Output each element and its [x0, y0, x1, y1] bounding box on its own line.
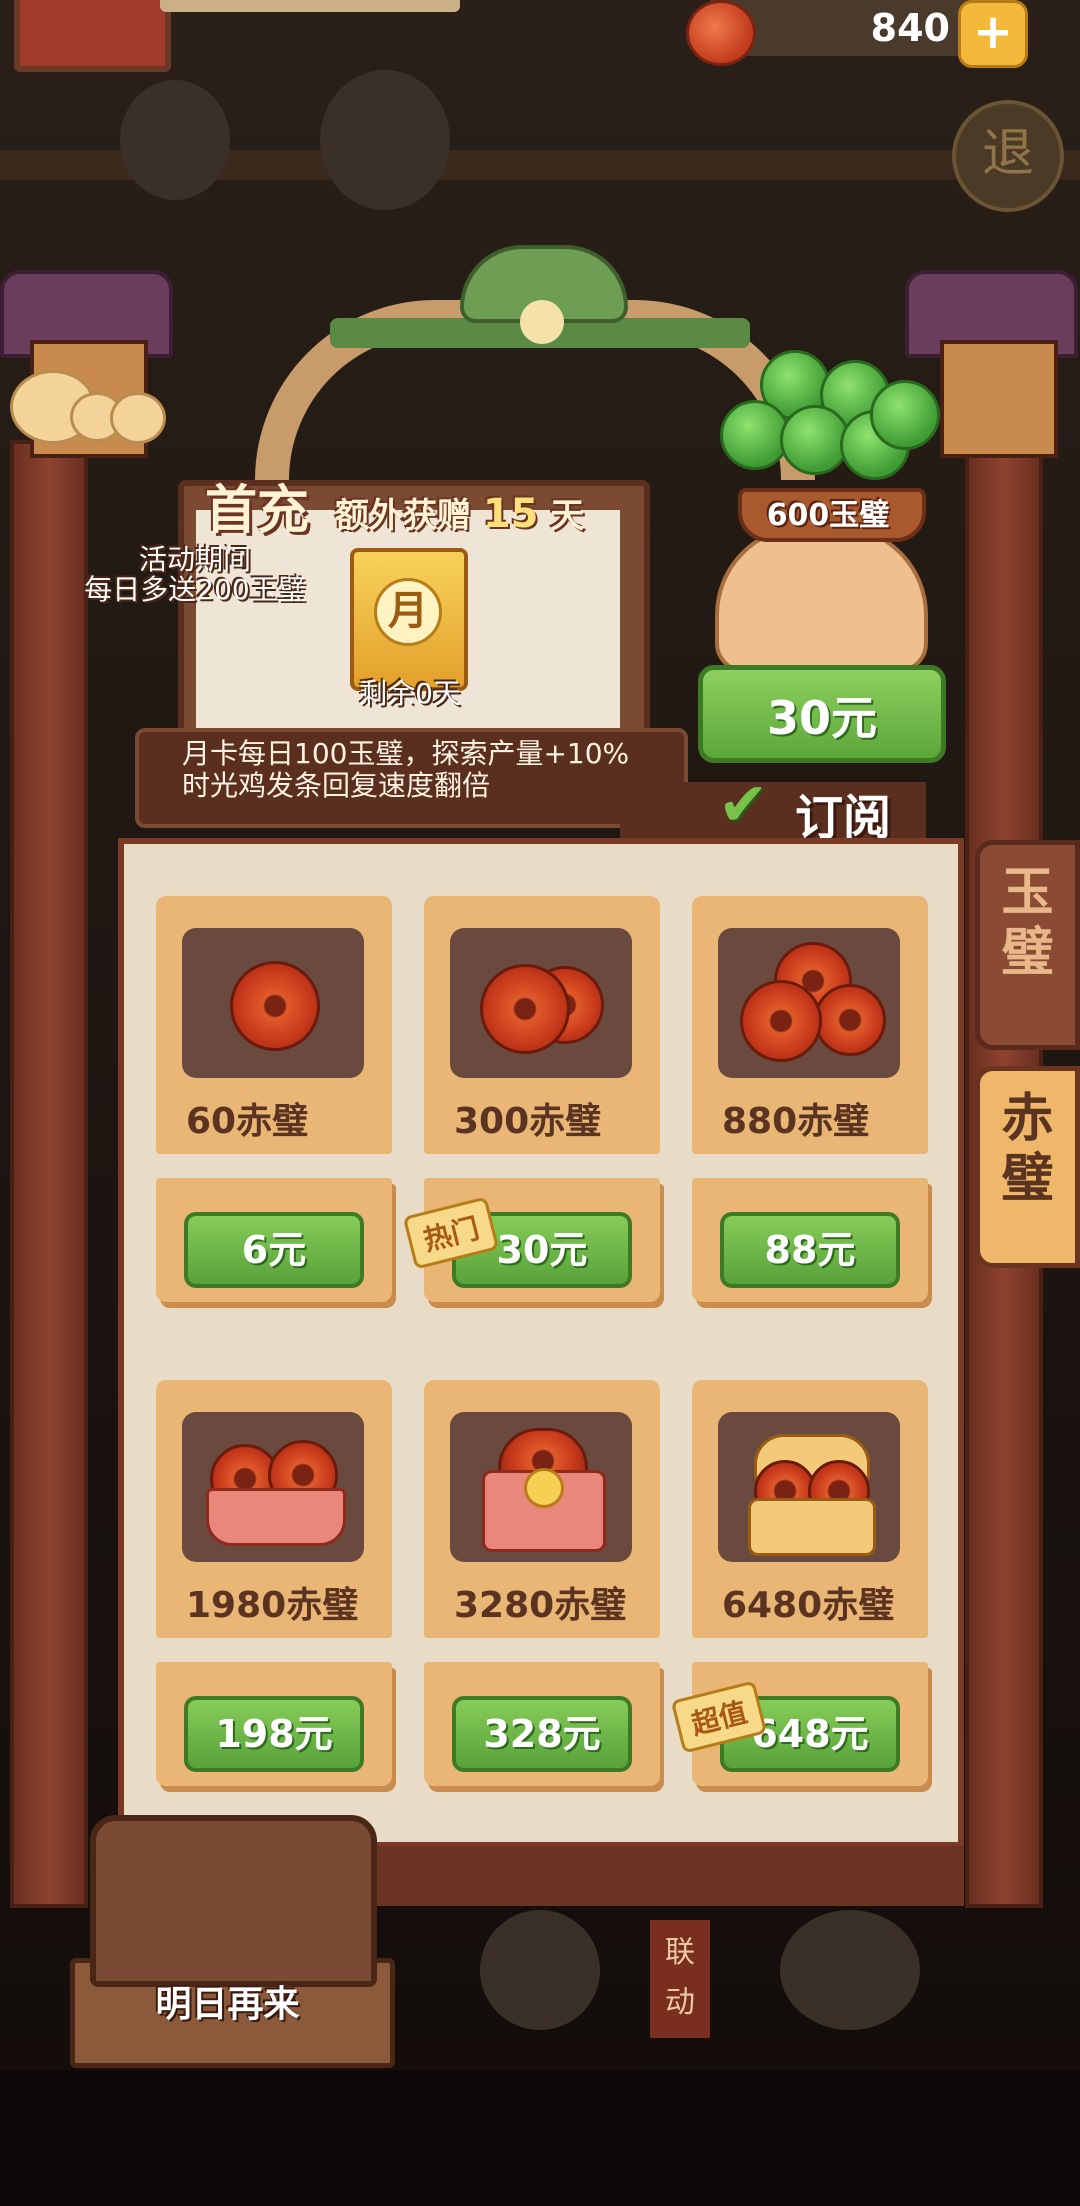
event-note-line2: 每日多送200玉璧	[84, 573, 306, 606]
jade-amount-label: 600玉璧	[766, 498, 890, 533]
tab-red-label: 赤璧	[1001, 1089, 1054, 1209]
tab-red-jade[interactable]: 赤璧	[975, 1066, 1080, 1268]
collab-label: 联动	[665, 1935, 695, 2020]
tab-jade-label: 玉璧	[1001, 863, 1054, 983]
jade-pile-icon	[720, 350, 940, 500]
shop-item-card[interactable]: 60赤璧 6元	[156, 896, 392, 1314]
exit-button[interactable]: 退	[952, 100, 1064, 212]
item-name: 1980赤璧	[186, 1585, 359, 1626]
background-character	[780, 1910, 920, 2030]
item-name: 3280赤璧	[454, 1585, 627, 1626]
treasure-chest-icon	[718, 1412, 900, 1562]
shop-item-card[interactable]: 6480赤璧 648元 超值	[670, 1380, 928, 1798]
benefit-line2: 时光鸡发条回复速度翻倍	[182, 769, 491, 802]
coin-stack-icon	[718, 928, 900, 1078]
background-character	[320, 70, 450, 210]
coin-basket-icon	[182, 1412, 364, 1562]
top-dialog-edge	[160, 0, 460, 12]
currency-amount: 840	[870, 6, 950, 50]
benefit-text: 月卡每日100玉璧，探索产量+10% 时光鸡发条回复速度翻倍	[182, 738, 629, 802]
buy-button[interactable]: 88元	[720, 1212, 900, 1288]
extra-label: 额外获赠	[335, 496, 471, 536]
shop-item-card[interactable]: 880赤璧 88元	[692, 896, 928, 1314]
extra-day-unit: 天	[550, 496, 585, 536]
benefit-line1: 月卡每日100玉璧，探索产量+10%	[182, 737, 630, 770]
single-coin-icon	[182, 928, 364, 1078]
event-note: 活动期间 每日多送200玉璧	[60, 545, 330, 605]
background-character	[120, 80, 230, 200]
extra-days: 15	[482, 491, 539, 537]
shop-item-card[interactable]: 300赤璧 30元 热门	[402, 896, 660, 1314]
player-avatar[interactable]	[14, 0, 171, 72]
month-card-char: 月	[374, 578, 442, 646]
chicks-decoration-icon	[10, 370, 166, 444]
item-name: 300赤璧	[454, 1101, 602, 1142]
collab-banner[interactable]: 联动	[650, 1920, 710, 2038]
right-lantern-body	[940, 340, 1058, 458]
red-coin-icon	[686, 0, 756, 66]
item-name: 60赤璧	[186, 1101, 309, 1142]
monthly-card-buy-button[interactable]: 30元	[698, 665, 946, 763]
item-name: 880赤璧	[722, 1101, 870, 1142]
come-back-tomorrow-label: 明日再来	[155, 1984, 300, 2025]
event-note-line1: 活动期间	[138, 543, 251, 576]
remaining-days: 剩余0天	[359, 677, 461, 710]
buy-button[interactable]: 328元	[452, 1696, 632, 1772]
wardrobe-icon[interactable]	[90, 1815, 377, 1987]
buy-button[interactable]: 198元	[184, 1696, 364, 1772]
left-pillar	[10, 440, 88, 1908]
coin-pair-icon	[450, 928, 632, 1078]
shop-item-card[interactable]: 1980赤璧 198元	[156, 1380, 392, 1798]
gift-box-icon	[450, 1412, 632, 1562]
buy-button[interactable]: 6元	[184, 1212, 364, 1288]
checkmark-icon: ✔	[718, 770, 769, 840]
shop-item-card[interactable]: 3280赤璧 328元	[424, 1380, 660, 1798]
background-character	[480, 1910, 600, 2030]
first-charge-title: 首充	[205, 481, 310, 541]
cat-mascot-icon	[715, 525, 928, 673]
arch-ornament-icon	[520, 300, 564, 344]
first-charge-extra: 额外获赠 15 天	[335, 488, 584, 537]
item-name: 6480赤璧	[722, 1585, 895, 1626]
tab-jade[interactable]: 玉璧	[975, 840, 1080, 1050]
add-currency-button[interactable]: +	[958, 0, 1028, 68]
bottom-bar	[0, 2070, 1080, 2206]
